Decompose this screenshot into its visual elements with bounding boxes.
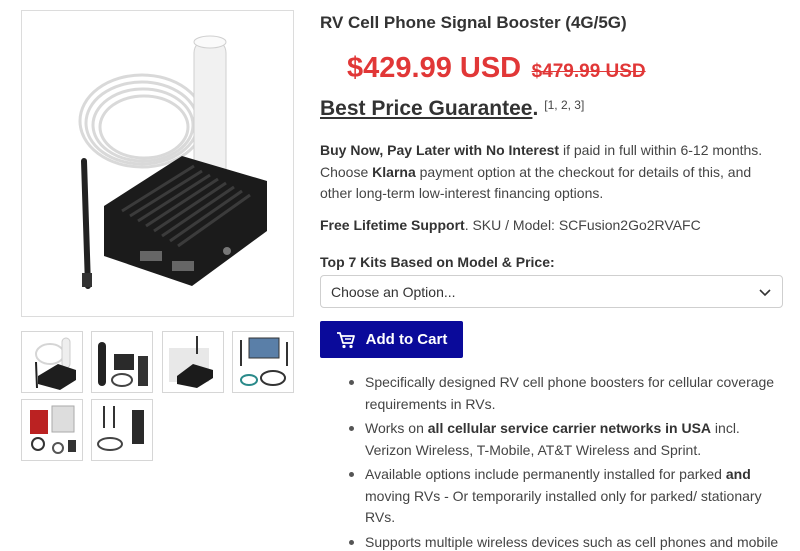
list-item: Works on all cellular service carrier ne… bbox=[348, 418, 788, 461]
financing-info: Buy Now, Pay Later with No Interest if p… bbox=[320, 140, 786, 205]
bullet-text: Specifically designed RV cell phone boos… bbox=[365, 374, 775, 412]
support-bold: Free Lifetime Support bbox=[320, 217, 465, 233]
bullet-bold: all cellular service carrier networks in… bbox=[427, 420, 712, 436]
kits-select-label: Top 7 Kits Based on Model & Price: bbox=[320, 254, 555, 270]
price-row: $429.99 USD $479.99 USD bbox=[347, 52, 646, 85]
klarna-text: Klarna bbox=[372, 163, 416, 180]
signal-booster-kit-illustration bbox=[78, 35, 267, 289]
add-to-cart-label: Add to Cart bbox=[365, 331, 448, 348]
thumbnail-2[interactable] bbox=[91, 331, 153, 393]
select-value: Choose an Option... bbox=[331, 283, 456, 300]
list-item: Available options include permanently in… bbox=[348, 464, 788, 529]
kit-option-select[interactable]: Choose an Option... bbox=[320, 275, 783, 308]
guarantee-references[interactable]: [1, 2, 3] bbox=[544, 98, 584, 112]
financing-bold-1: Buy Now, Pay Later with No Interest bbox=[320, 142, 560, 158]
feature-list: Specifically designed RV cell phone boos… bbox=[348, 372, 788, 551]
bullet-text-post: moving RVs - Or temporarily installed on… bbox=[365, 487, 762, 526]
thumbnail-image-cables bbox=[97, 406, 144, 451]
best-price-guarantee-link[interactable]: Best Price Guarantee bbox=[320, 97, 532, 120]
best-price-guarantee: Best Price Guarantee. [1, 2, 3] bbox=[320, 97, 584, 121]
thumbnail-6[interactable] bbox=[91, 399, 153, 461]
thumbnail-image-booster bbox=[35, 337, 76, 390]
thumbnail-5[interactable] bbox=[21, 399, 83, 461]
guarantee-period: . bbox=[532, 97, 539, 120]
sku-text: . SKU / Model: SCFusion2Go2RVAFC bbox=[464, 217, 701, 233]
list-item: Specifically designed RV cell phone boos… bbox=[348, 372, 788, 415]
product-main-image[interactable] bbox=[21, 10, 294, 317]
current-price: $429.99 USD bbox=[347, 52, 522, 84]
thumbnail-image-parts bbox=[30, 405, 76, 454]
list-item: Supports multiple wireless devices such … bbox=[348, 532, 788, 551]
thumbnail-image-accessories bbox=[240, 337, 288, 386]
bullet-text: Supports multiple wireless devices such … bbox=[365, 533, 779, 550]
thumbnail-1[interactable] bbox=[21, 331, 83, 393]
bullet-bold: and bbox=[725, 466, 751, 482]
bullet-text: Works on bbox=[365, 420, 428, 436]
thumbnail-4[interactable] bbox=[232, 331, 294, 393]
thumbnail-image-booster-box bbox=[169, 336, 213, 388]
thumbnail-image-kit bbox=[98, 342, 148, 387]
add-to-cart-button[interactable]: Add to Cart bbox=[320, 321, 463, 358]
shopping-cart-icon bbox=[336, 331, 355, 348]
original-price: $479.99 USD bbox=[531, 61, 646, 82]
thumbnail-3[interactable] bbox=[162, 331, 224, 393]
support-sku: Free Lifetime Support. SKU / Model: SCFu… bbox=[320, 217, 701, 233]
bullet-text: Available options include permanently in… bbox=[365, 466, 726, 482]
product-title: RV Cell Phone Signal Booster (4G/5G) bbox=[320, 13, 627, 32]
chevron-down-icon bbox=[759, 288, 771, 296]
